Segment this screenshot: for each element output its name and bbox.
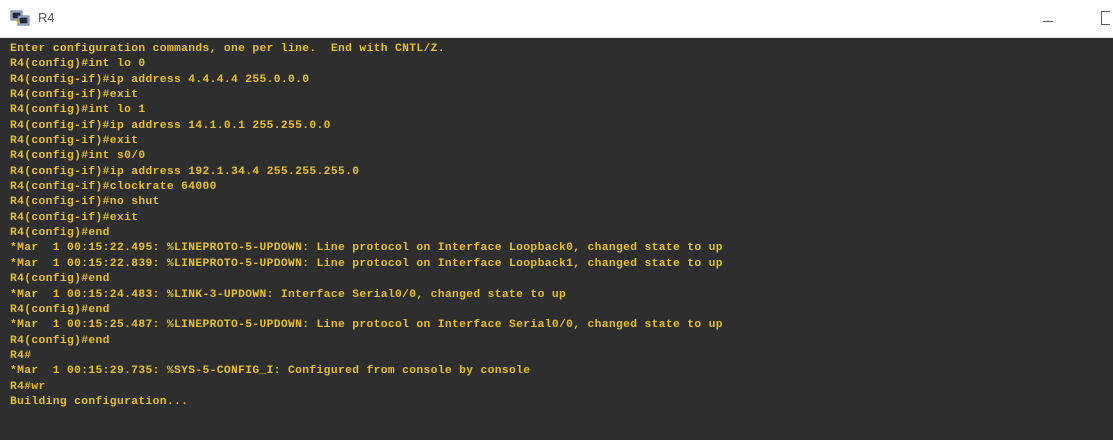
terminal-line: R4(config-if)#exit: [10, 135, 139, 148]
terminal-line: *Mar 1 00:15:22.495: %LINEPROTO-5-UPDOWN…: [10, 242, 723, 255]
terminal-line: R4(config)#end: [10, 334, 110, 347]
terminal-window: R4 Enter configuration commands, one per…: [0, 0, 1113, 440]
terminal-line: R4(config-if)#exit: [10, 211, 139, 224]
terminal-line: R4(config-if)#no shut: [10, 196, 160, 209]
terminal-line: R4(config)#end: [10, 273, 110, 286]
terminal-line: R4(config-if)#ip address 192.1.34.4 255.…: [10, 165, 360, 178]
title-bar[interactable]: R4: [0, 0, 1113, 38]
terminal-line: *Mar 1 00:15:24.483: %LINK-3-UPDOWN: Int…: [10, 288, 567, 301]
window-title: R4: [38, 10, 55, 25]
terminal-line: Building configuration...: [10, 395, 189, 408]
terminal-line: R4(config-if)#exit: [10, 89, 139, 102]
terminal-line: Enter configuration commands, one per li…: [10, 43, 445, 55]
terminal-line: R4(config)#int lo 1: [10, 104, 146, 117]
terminal-output: Enter configuration commands, one per li…: [10, 42, 1105, 410]
minimize-button[interactable]: [1030, 4, 1066, 32]
terminal-line: R4(config)#end: [10, 227, 110, 240]
terminal-line: R4(config-if)#ip address 14.1.0.1 255.25…: [10, 119, 331, 132]
terminal-line: *Mar 1 00:15:29.735: %SYS-5-CONFIG_I: Co…: [10, 365, 531, 378]
putty-terminal-icon: [10, 10, 30, 26]
terminal-line: R4#wr: [10, 380, 46, 393]
terminal-line: *Mar 1 00:15:22.839: %LINEPROTO-5-UPDOWN…: [10, 257, 723, 270]
terminal-line: R4(config)#int s0/0: [10, 150, 146, 163]
terminal-line: *Mar 1 00:15:25.487: %LINEPROTO-5-UPDOWN…: [10, 319, 723, 332]
terminal-console[interactable]: Enter configuration commands, one per li…: [0, 38, 1113, 440]
maximize-button[interactable]: [1080, 4, 1113, 32]
minimize-icon: [1043, 20, 1053, 22]
terminal-line: R4(config)#int lo 0: [10, 58, 146, 71]
terminal-line: R4(config)#end: [10, 303, 110, 316]
maximize-icon: [1100, 11, 1110, 25]
terminal-line: R4(config-if)#clockrate 64000: [10, 181, 217, 194]
terminal-line: R4(config-if)#ip address 4.4.4.4 255.0.0…: [10, 73, 310, 86]
terminal-line: R4#: [10, 349, 32, 362]
